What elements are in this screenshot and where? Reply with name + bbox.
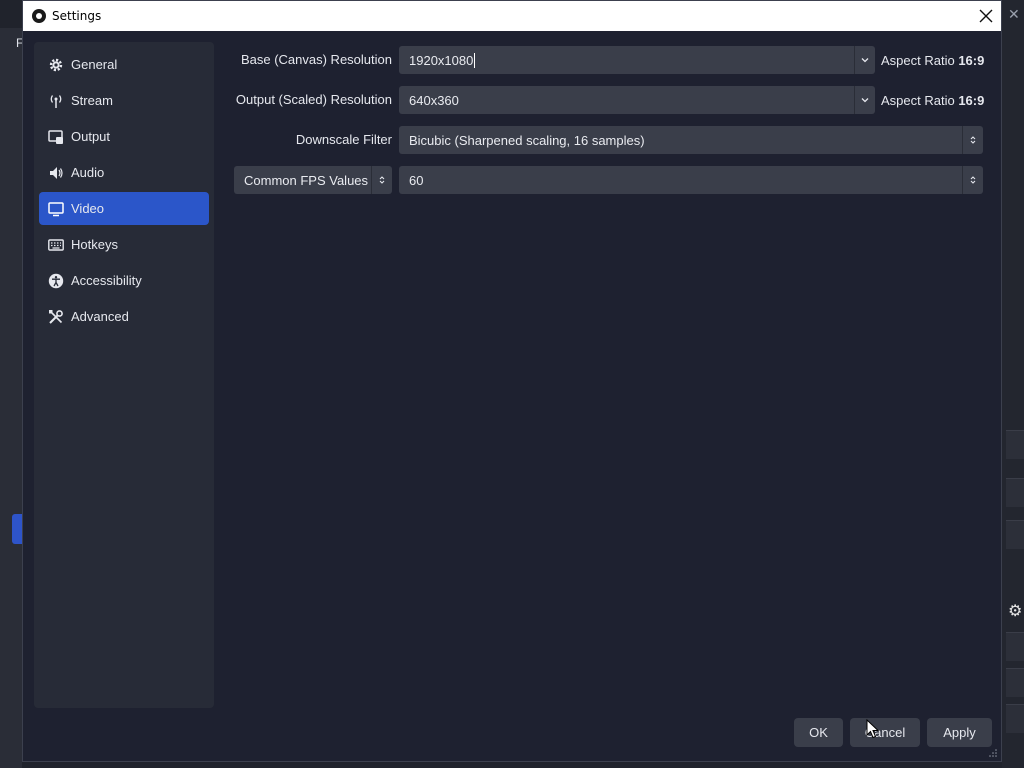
downscale-filter-value: Bicubic (Sharpened scaling, 16 samples)	[409, 132, 645, 148]
window-title: Settings	[52, 9, 102, 23]
sidebar-item-label: Accessibility	[71, 273, 142, 288]
output-aspect-ratio: Aspect Ratio 16:9	[881, 93, 985, 108]
background-row	[1006, 520, 1024, 549]
obs-logo-icon	[32, 9, 46, 23]
chevron-down-icon[interactable]	[854, 86, 875, 114]
monitor-icon	[48, 201, 64, 217]
sidebar-item-video[interactable]: Video	[39, 192, 209, 225]
title-bar: Settings	[23, 1, 1001, 31]
sidebar-item-accessibility[interactable]: Accessibility	[39, 264, 209, 297]
base-aspect-ratio: Aspect Ratio 16:9	[881, 53, 985, 68]
background-row	[1006, 668, 1024, 697]
fps-type-select[interactable]: Common FPS Values	[234, 166, 392, 194]
sidebar-item-advanced[interactable]: Advanced	[39, 300, 209, 333]
close-icon[interactable]	[971, 1, 1001, 31]
mouse-cursor-icon	[866, 719, 880, 739]
keyboard-icon	[48, 237, 64, 253]
gear-icon	[48, 57, 64, 73]
fps-type-value: Common FPS Values	[244, 172, 369, 188]
output-icon	[48, 129, 64, 145]
sidebar-item-audio[interactable]: Audio	[39, 156, 209, 189]
background-row	[1006, 704, 1024, 733]
sidebar-item-label: Video	[71, 201, 105, 216]
up-down-arrows-icon[interactable]	[371, 166, 392, 194]
up-down-arrows-icon[interactable]	[962, 166, 983, 194]
output-resolution-value: 640x360	[409, 92, 459, 108]
sidebar-item-output[interactable]: Output	[39, 120, 209, 153]
output-resolution-label: Output (Scaled) Resolution	[235, 92, 392, 107]
base-resolution-value: 1920x1080	[409, 52, 474, 68]
cancel-button[interactable]: Cancel	[850, 718, 920, 747]
background-row	[1006, 632, 1024, 661]
background-gear-icon: ⚙	[1008, 603, 1023, 620]
sidebar-item-label: General	[71, 57, 118, 72]
settings-dialog: Settings General Stream Output Audio Vid…	[22, 0, 1002, 762]
downscale-filter-label: Downscale Filter	[295, 132, 392, 147]
selected-scene-indicator	[12, 514, 22, 544]
background-row	[1006, 430, 1024, 459]
up-down-arrows-icon[interactable]	[962, 126, 983, 154]
fps-value: 60	[409, 172, 424, 188]
background-close-icon: ✕	[1008, 6, 1020, 22]
fps-value-select[interactable]: 60	[399, 166, 983, 194]
sidebar-item-general[interactable]: General	[39, 48, 209, 81]
ok-button[interactable]: OK	[794, 718, 843, 747]
background-row	[1006, 478, 1024, 507]
sidebar-item-hotkeys[interactable]: Hotkeys	[39, 228, 209, 261]
antenna-icon	[48, 93, 64, 109]
sidebar-item-stream[interactable]: Stream	[39, 84, 209, 117]
text-caret	[474, 52, 476, 68]
base-resolution-label: Base (Canvas) Resolution	[240, 52, 392, 67]
speaker-icon	[48, 165, 64, 181]
apply-button[interactable]: Apply	[927, 718, 992, 747]
chevron-down-icon[interactable]	[854, 46, 875, 74]
base-resolution-combobox[interactable]: 1920x1080	[399, 46, 875, 74]
downscale-filter-select[interactable]: Bicubic (Sharpened scaling, 16 samples)	[399, 126, 983, 154]
sidebar-item-label: Advanced	[71, 309, 129, 324]
sidebar-item-label: Hotkeys	[71, 237, 118, 252]
main-window-right-edge: ✕ ⚙	[1002, 0, 1024, 768]
accessibility-icon	[48, 273, 64, 289]
sidebar-item-label: Stream	[71, 93, 113, 108]
main-window-left-edge: F	[0, 28, 23, 768]
resize-grip-icon[interactable]	[989, 749, 997, 757]
tools-icon	[48, 309, 64, 325]
output-resolution-combobox[interactable]: 640x360	[399, 86, 875, 114]
settings-sidebar: General Stream Output Audio Video Hotkey…	[34, 42, 214, 708]
sidebar-item-label: Output	[71, 129, 111, 144]
sidebar-item-label: Audio	[71, 165, 105, 180]
